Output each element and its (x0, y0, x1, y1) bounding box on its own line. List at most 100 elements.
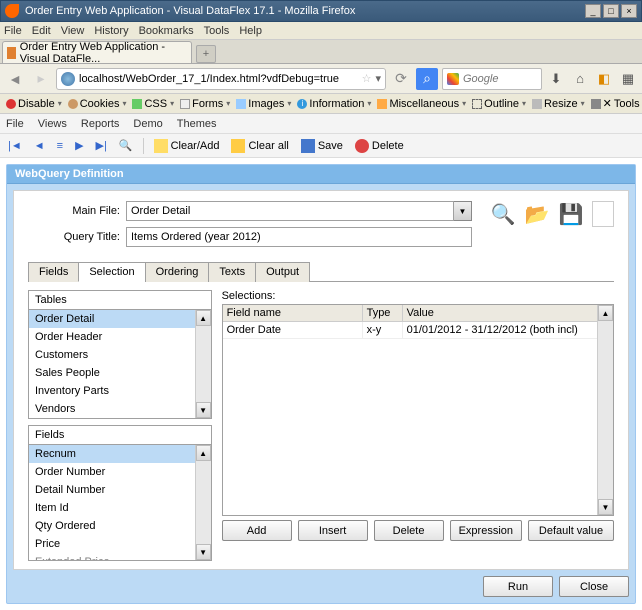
app-menu-views[interactable]: Views (38, 118, 67, 130)
list-item[interactable]: Detail Number (29, 481, 211, 499)
maximize-button[interactable]: □ (603, 4, 619, 18)
menu-edit[interactable]: Edit (32, 25, 51, 37)
outline-menu[interactable]: Outline (470, 98, 528, 110)
close-window-button[interactable]: × (621, 4, 637, 18)
list-item[interactable]: Order Header (29, 328, 211, 346)
url-field[interactable]: localhost/WebOrder_17_1/Index.html?vdfDe… (56, 68, 386, 90)
nav-next-button[interactable]: ▶ (71, 137, 87, 154)
menu-view[interactable]: View (61, 25, 85, 37)
reload-button[interactable]: ⟳ (390, 68, 412, 90)
menu-bookmarks[interactable]: Bookmarks (139, 25, 194, 37)
menu-history[interactable]: History (94, 25, 128, 37)
col-fieldname[interactable]: Field name (223, 305, 363, 321)
list-item[interactable]: Sales People (29, 364, 211, 382)
app-menu-themes[interactable]: Themes (177, 118, 217, 130)
list-item[interactable]: Price (29, 535, 211, 553)
main-file-dropdown-icon[interactable]: ▼ (454, 201, 472, 221)
app-menu-file[interactable]: File (6, 118, 24, 130)
new-tab-button[interactable]: + (196, 45, 216, 63)
misc-menu[interactable]: Miscellaneous (375, 98, 468, 110)
run-button[interactable]: Run (483, 576, 553, 597)
forms-menu[interactable]: Forms (178, 98, 232, 110)
panel-title: WebQuery Definition (7, 165, 635, 184)
browser-tabstrip: Order Entry Web Application - Visual Dat… (0, 40, 642, 64)
search-icon[interactable]: 🔍 (490, 201, 516, 227)
cookies-menu[interactable]: Cookies (66, 98, 129, 110)
table-row[interactable]: Order Date x-y 01/01/2012 - 31/12/2012 (… (223, 322, 613, 339)
firebug-button[interactable]: ◧ (594, 69, 614, 89)
tab-selection[interactable]: Selection (78, 262, 145, 282)
resize-menu[interactable]: Resize (530, 98, 587, 110)
nav-stop-button[interactable]: ≡ (53, 138, 67, 154)
list-item[interactable]: Order Number (29, 463, 211, 481)
menu-help[interactable]: Help (239, 25, 262, 37)
scrollbar[interactable]: ▲▼ (195, 310, 211, 418)
search-input[interactable] (463, 73, 523, 85)
scrollbar[interactable]: ▲▼ (597, 305, 613, 515)
images-menu[interactable]: Images (234, 98, 293, 110)
tables-list[interactable]: Order Detail Order Header Customers Sale… (28, 309, 212, 419)
list-item[interactable]: Customers (29, 346, 211, 364)
tab-ordering[interactable]: Ordering (145, 262, 210, 282)
google-search-button[interactable]: ⌕ (416, 68, 438, 90)
list-item[interactable]: Extended Price (29, 553, 211, 561)
main-file-input[interactable] (126, 201, 454, 221)
downloads-button[interactable]: ⬇ (546, 69, 566, 89)
addon-button[interactable]: ▦ (618, 69, 638, 89)
new-doc-icon[interactable] (592, 201, 614, 227)
nav-first-button[interactable]: |◄ (4, 138, 26, 154)
list-item[interactable]: Qty Ordered (29, 517, 211, 535)
tools-menu[interactable]: ✕Tools (589, 97, 642, 110)
tab-output[interactable]: Output (255, 262, 310, 282)
save-button[interactable]: Save (297, 137, 347, 155)
disable-menu[interactable]: Disable (4, 98, 64, 110)
list-item[interactable]: Vendors (29, 400, 211, 418)
open-folder-icon[interactable]: 📂 (524, 201, 550, 227)
scrollbar[interactable]: ▲▼ (195, 445, 211, 560)
clear-add-button[interactable]: Clear/Add (150, 137, 224, 155)
list-item[interactable]: Inventory Parts (29, 382, 211, 400)
insert-button[interactable]: Insert (298, 520, 368, 541)
fields-list[interactable]: Recnum Order Number Detail Number Item I… (28, 444, 212, 561)
minimize-button[interactable]: _ (585, 4, 601, 18)
search-box[interactable] (442, 68, 542, 90)
menu-tools[interactable]: Tools (204, 25, 230, 37)
menu-file[interactable]: File (4, 25, 22, 37)
main-file-combo[interactable]: ▼ (126, 201, 472, 221)
css-menu[interactable]: CSS (130, 98, 176, 110)
default-value-button[interactable]: Default value (528, 520, 614, 541)
main-file-label: Main File: (28, 205, 120, 217)
nav-prev-button[interactable]: ◄ (30, 138, 49, 154)
expression-button[interactable]: Expression (450, 520, 522, 541)
url-dropdown-icon[interactable]: ▾ (375, 72, 381, 85)
save-disk-icon[interactable]: 💾 (558, 201, 584, 227)
tables-header: Tables (28, 290, 212, 309)
bookmark-star-icon[interactable]: ☆ (362, 72, 372, 85)
nav-find-button[interactable]: 🔍 (115, 137, 137, 154)
col-type[interactable]: Type (363, 305, 403, 321)
nav-last-button[interactable]: ▶| (92, 137, 111, 154)
app-menu-demo[interactable]: Demo (133, 118, 162, 130)
list-item[interactable]: Recnum (29, 445, 211, 463)
forward-button[interactable]: ▸ (30, 68, 52, 90)
query-title-input[interactable] (126, 227, 472, 247)
cell-field: Order Date (223, 322, 363, 338)
tab-texts[interactable]: Texts (208, 262, 256, 282)
add-button[interactable]: Add (222, 520, 292, 541)
tab-fields[interactable]: Fields (28, 262, 79, 282)
list-item[interactable]: Order Detail (29, 310, 211, 328)
home-button[interactable]: ⌂ (570, 69, 590, 89)
col-value[interactable]: Value (403, 305, 613, 321)
clear-all-button[interactable]: Clear all (227, 137, 292, 155)
back-button[interactable]: ◄ (4, 68, 26, 90)
delete-sel-button[interactable]: Delete (374, 520, 444, 541)
workspace: WebQuery Definition Main File: ▼ Query T… (0, 158, 642, 610)
info-menu[interactable]: iInformation (295, 98, 373, 110)
browser-tab[interactable]: Order Entry Web Application - Visual Dat… (2, 41, 192, 63)
app-menu-reports[interactable]: Reports (81, 118, 120, 130)
list-item[interactable]: Item Id (29, 499, 211, 517)
close-button[interactable]: Close (559, 576, 629, 597)
delete-button[interactable]: Delete (351, 137, 408, 155)
selections-label: Selections: (222, 290, 614, 302)
address-bar: ◄ ▸ localhost/WebOrder_17_1/Index.html?v… (0, 64, 642, 94)
